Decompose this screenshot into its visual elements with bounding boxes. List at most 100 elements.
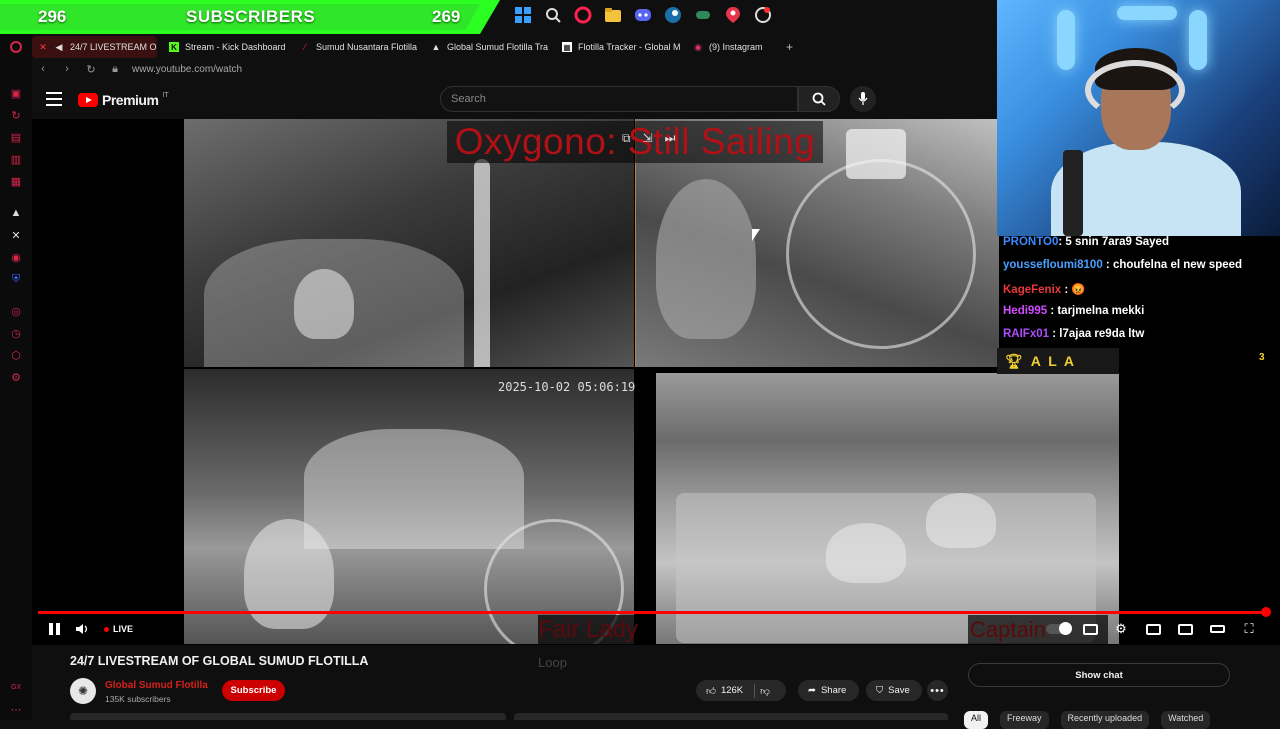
youtube-premium-logo[interactable]: Premium IT [78, 92, 169, 108]
taskbar [512, 4, 774, 30]
twitch-icon[interactable]: ▥ [9, 152, 23, 166]
chat-text: : choufelna el new speed [1105, 259, 1243, 271]
chip-freeway[interactable]: Freeway [1000, 711, 1049, 729]
pause-button[interactable] [46, 620, 62, 638]
logo-country: IT [162, 91, 169, 99]
more-actions-button[interactable]: ••• [927, 680, 948, 701]
tab-sumud-nusantara[interactable]: ⁄ Sumud Nusantara Flotilla [294, 36, 419, 58]
new-tab-button[interactable]: + [781, 36, 799, 58]
reload-icon[interactable]: ↻ [84, 63, 98, 76]
instagram-icon[interactable]: ◉ [9, 250, 23, 264]
tab-kick-dashboard[interactable]: K Stream - Kick Dashboard [163, 36, 288, 58]
pip-icon[interactable] [1177, 620, 1193, 638]
search-icon[interactable] [542, 4, 564, 26]
channel-avatar[interactable]: ✺ [70, 678, 96, 704]
voice-search-button[interactable] [850, 86, 876, 112]
tab-label: 24/7 LIVESTREAM OF [70, 42, 157, 52]
shield-icon[interactable]: ⛨ [9, 272, 23, 286]
sumud-icon: ⁄ [304, 42, 306, 52]
camera-feed-cockpit [184, 369, 634, 644]
share-arrow-icon[interactable]: ⇲ [643, 131, 653, 146]
settings-gear-icon[interactable]: ⚙ [1113, 620, 1129, 638]
mouse-cursor-icon [752, 229, 760, 241]
channel-name[interactable]: Global Sumud Flotilla [105, 680, 208, 691]
camera-feed-cabin [656, 373, 1119, 644]
speaker-icon: ◀ [55, 41, 63, 52]
description-box[interactable] [70, 713, 506, 720]
tab-instagram[interactable]: ◉ (9) Instagram [687, 36, 769, 58]
tab-strip: ✕ ◀ 24/7 LIVESTREAM OF K Stream - Kick D… [32, 36, 997, 58]
game-icon[interactable] [692, 4, 714, 26]
autoplay-toggle[interactable] [1046, 620, 1072, 638]
forward-icon[interactable]: › [60, 63, 74, 75]
cube-icon[interactable]: ⬡ [9, 348, 23, 362]
progress-bar[interactable] [38, 611, 1266, 614]
subtitles-icon[interactable] [1082, 620, 1098, 638]
search-button[interactable] [798, 86, 840, 112]
bookmark-icon: ⛉ [876, 685, 884, 696]
skip-next-icon[interactable]: ⏭ [665, 131, 676, 146]
thumbs-up-icon[interactable]: 👍︎ [706, 685, 716, 697]
save-button[interactable]: ⛉ Save [866, 680, 922, 701]
player-icon[interactable]: ◎ [9, 304, 23, 318]
chip-watched[interactable]: Watched [1161, 711, 1211, 729]
tab-label: Stream - Kick Dashboard [185, 42, 286, 52]
live-dot-icon [104, 626, 109, 632]
fullscreen-icon[interactable]: ⛶ [1241, 620, 1257, 638]
theater-mode-icon[interactable] [1209, 620, 1225, 638]
recommendation-chips: All Freeway Recently uploaded Watched [964, 711, 1211, 729]
chat-message: PRONTO0: 5 snin 7ara9 Sayed [1003, 236, 1169, 248]
bag-icon[interactable]: ▤ [9, 130, 23, 144]
chip-all[interactable]: All [964, 711, 989, 729]
hamburger-menu-icon[interactable] [46, 92, 62, 106]
camera-label-suffix: Loop [538, 655, 567, 670]
opera-gx-icon[interactable] [572, 4, 594, 26]
browser-sidebar: ▣ ↻ ▤ ▥ ▦ ▲ ✕ ◉ ⛨ ◎ ◷ ⬡ ⚙ GX ⋯ [0, 34, 32, 720]
chat-message: Hedi995 : tarjmelna mekki [1003, 305, 1144, 317]
back-icon[interactable]: ‹ [36, 63, 50, 75]
volume-icon[interactable] [74, 620, 90, 638]
progress-scrubber[interactable] [1261, 607, 1271, 617]
youtube-header: Premium IT Search [32, 84, 997, 116]
file-explorer-icon[interactable] [602, 4, 624, 26]
thumbs-down-icon[interactable]: 👎︎ [760, 685, 770, 697]
x-icon[interactable]: ✕ [9, 228, 23, 242]
comments-box[interactable] [514, 713, 948, 720]
discord-icon[interactable] [632, 4, 654, 26]
search-input[interactable]: Search [440, 86, 798, 112]
live-indicator[interactable]: LIVE [104, 620, 133, 638]
show-chat-button[interactable]: Show chat [968, 663, 1230, 687]
more-dots-icon[interactable]: ⋯ [9, 702, 23, 716]
share-button[interactable]: ➦ Share [798, 680, 859, 701]
tab-flotilla-tracker[interactable]: ▦ Flotilla Tracker - Global M [556, 36, 681, 58]
clock-icon[interactable] [752, 4, 774, 26]
refresh-icon[interactable]: ↻ [9, 108, 23, 122]
chat-username: Hedi995 [1003, 305, 1048, 317]
opera-gx-icon[interactable] [9, 40, 23, 54]
like-count[interactable]: 126K [721, 685, 743, 696]
arc-icon[interactable]: ▲ [9, 206, 23, 220]
subscriber-counter-overlay: 296 SUBSCRIBERS 269 [0, 0, 500, 34]
windows-icon[interactable] [512, 4, 534, 26]
miniplayer-icon[interactable] [1145, 620, 1161, 638]
leader-name: A L A [1030, 353, 1077, 369]
game-controller-icon[interactable]: ▣ [9, 86, 23, 100]
share-icon: ➦ [808, 685, 816, 696]
tab-youtube-livestream[interactable]: ✕ ◀ 24/7 LIVESTREAM OF [32, 36, 157, 58]
history-icon[interactable]: ◷ [9, 326, 23, 340]
trophy-icon: 🏆︎ [1005, 352, 1025, 369]
steam-icon[interactable] [662, 4, 684, 26]
tab-global-sumud-tracker[interactable]: ▲ Global Sumud Flotilla Tra [425, 36, 550, 58]
map-pin-icon[interactable] [722, 4, 744, 26]
channel-subscriber-count: 135K subscribers [105, 694, 171, 704]
instagram-icon: ◉ [694, 41, 702, 52]
music-icon[interactable]: ▦ [9, 174, 23, 188]
like-dislike-group: 👍︎ 126K 👎︎ [696, 680, 786, 701]
chat-text: : 5 snin 7ara9 Sayed [1058, 236, 1169, 248]
subscribe-button[interactable]: Subscribe [222, 680, 285, 701]
external-link-icon[interactable]: ⧉ [622, 131, 631, 146]
gx-icon[interactable]: GX [9, 680, 23, 694]
settings-icon[interactable]: ⚙ [9, 370, 23, 384]
url-text[interactable]: www.youtube.com/watch [132, 64, 242, 75]
chip-recently-uploaded[interactable]: Recently uploaded [1060, 711, 1150, 729]
